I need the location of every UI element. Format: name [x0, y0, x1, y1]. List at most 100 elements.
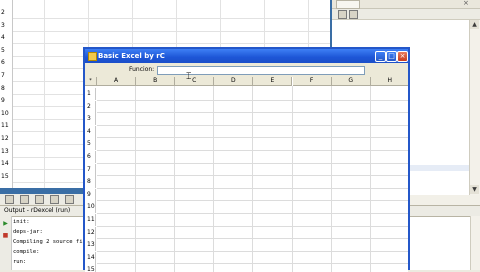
- navigator-scrollbar[interactable]: ▲ ▼: [469, 20, 480, 195]
- scroll-up-icon[interactable]: ▲: [470, 20, 479, 29]
- grid-row-line: [97, 162, 408, 164]
- row-header[interactable]: 11: [85, 214, 96, 226]
- row-header[interactable]: 13: [85, 239, 96, 252]
- grid-row-line: [97, 225, 408, 227]
- output-line: run:: [13, 259, 27, 265]
- ide-toolbar: [0, 194, 84, 204]
- grid-column-line: [369, 86, 371, 272]
- maximize-button[interactable]: □: [386, 51, 397, 62]
- function-label: Funcion:: [129, 66, 155, 73]
- background-row-number: 15: [1, 172, 9, 180]
- grid-column-line: [252, 86, 254, 272]
- column-header[interactable]: C: [175, 77, 215, 86]
- row-header[interactable]: 4: [85, 125, 96, 138]
- save-icon[interactable]: [349, 10, 358, 19]
- grid-column-line: [330, 86, 332, 272]
- background-row-number: 2: [1, 9, 5, 16]
- output-sidebar: ▶ ■: [0, 216, 12, 270]
- window-title: Basic Excel by rC: [98, 52, 165, 60]
- function-bar: Funcion:: [85, 63, 408, 77]
- background-row-number: 6: [1, 59, 5, 67]
- background-row-number: 3: [1, 21, 5, 29]
- scroll-down-icon[interactable]: ▼: [470, 185, 479, 194]
- navigator-header: ×: [332, 0, 480, 9]
- output-scrollbar[interactable]: [470, 216, 480, 270]
- row-header[interactable]: 9: [85, 188, 96, 201]
- output-console[interactable]: init: deps-jar: Compiling 2 source fi compi…: [13, 217, 83, 267]
- background-row-number: 4: [1, 34, 5, 42]
- row-header[interactable]: 3: [85, 113, 96, 126]
- folder-icon[interactable]: [338, 10, 347, 19]
- grid-row-line: [97, 137, 408, 139]
- background-row-number: 14: [1, 160, 9, 168]
- row-header[interactable]: 8: [85, 176, 96, 189]
- column-header[interactable]: E: [253, 77, 293, 86]
- grid-row-line: [97, 263, 408, 265]
- background-row-numbers: 2 3 4 5 6 7 8 9 10 11 12 13 14 15: [0, 0, 13, 188]
- grid-row-line: [97, 112, 408, 114]
- app-icon: [88, 52, 97, 61]
- background-row-number: 8: [1, 84, 5, 92]
- column-header[interactable]: A: [97, 77, 137, 86]
- grid-row-line: [97, 175, 408, 177]
- rerun-icon[interactable]: ▶: [2, 220, 9, 227]
- select-all-corner[interactable]: *: [85, 77, 97, 86]
- run-icon[interactable]: [5, 195, 14, 204]
- grid-row-line: [97, 150, 408, 151]
- basic-excel-window: Basic Excel by rC _ □ × Funcion: * ABCDE…: [83, 47, 410, 272]
- build-icon[interactable]: [50, 195, 59, 204]
- column-header[interactable]: H: [370, 77, 408, 86]
- row-header[interactable]: 6: [85, 151, 96, 163]
- background-row-number: 9: [1, 97, 5, 105]
- row-header[interactable]: 14: [85, 251, 96, 264]
- output-line: init:: [13, 219, 30, 225]
- debug-icon[interactable]: [20, 195, 29, 204]
- grid-column-line: [291, 86, 293, 272]
- close-icon[interactable]: ×: [463, 0, 471, 7]
- row-header[interactable]: 1: [85, 88, 96, 100]
- output-line: compile:: [13, 249, 40, 255]
- column-header[interactable]: D: [214, 77, 254, 86]
- row-header[interactable]: 10: [85, 201, 96, 214]
- grid-row-line: [97, 187, 408, 189]
- grid-row-line: [97, 238, 408, 240]
- output-title: Output - rDexcel (run): [4, 207, 71, 214]
- row-header[interactable]: 5: [85, 138, 96, 151]
- clean-icon[interactable]: [65, 195, 74, 204]
- background-row-number: 11: [1, 122, 9, 130]
- column-header[interactable]: G: [331, 77, 371, 86]
- background-row-line: [12, 18, 330, 19]
- background-row-line: [12, 43, 330, 45]
- background-row-number: 7: [1, 72, 5, 79]
- background-row-number: 12: [1, 135, 9, 142]
- grid-row-line: [97, 124, 408, 126]
- grid-row-line: [97, 213, 408, 214]
- grid-row-line: [97, 99, 408, 101]
- background-row-number: 10: [1, 109, 9, 117]
- output-line: deps-jar:: [13, 229, 43, 235]
- spreadsheet-grid[interactable]: * A B C D E F G H 1 2 3 4 5 6 7 8 9 10 11 12 13 14 15: [85, 77, 408, 272]
- grid-column-line: [213, 86, 215, 272]
- row-header[interactable]: 12: [85, 226, 96, 239]
- text-cursor-icon: ⌶: [186, 72, 192, 82]
- column-header[interactable]: F: [292, 77, 332, 86]
- navigator-toolbar: [332, 9, 480, 20]
- stop-icon[interactable]: ■: [2, 232, 9, 239]
- background-row-number: 5: [1, 46, 5, 54]
- column-header[interactable]: B: [136, 77, 176, 86]
- close-button[interactable]: ×: [397, 51, 408, 62]
- row-header[interactable]: 2: [85, 100, 96, 113]
- grid-row-line: [97, 200, 408, 202]
- minimize-button[interactable]: _: [375, 51, 386, 62]
- grid-column-line: [174, 86, 176, 272]
- background-row-line: [12, 30, 330, 32]
- navigator-tab[interactable]: [336, 0, 360, 9]
- row-header[interactable]: 7: [85, 163, 96, 176]
- window-titlebar[interactable]: Basic Excel by rC _ □ ×: [85, 49, 408, 63]
- stop-icon[interactable]: [35, 195, 44, 204]
- background-row-number: 13: [1, 147, 9, 155]
- row-header[interactable]: 15: [85, 264, 96, 272]
- grid-column-line: [135, 86, 137, 272]
- output-line: Compiling 2 source fi: [13, 239, 83, 245]
- grid-row-line: [97, 250, 408, 252]
